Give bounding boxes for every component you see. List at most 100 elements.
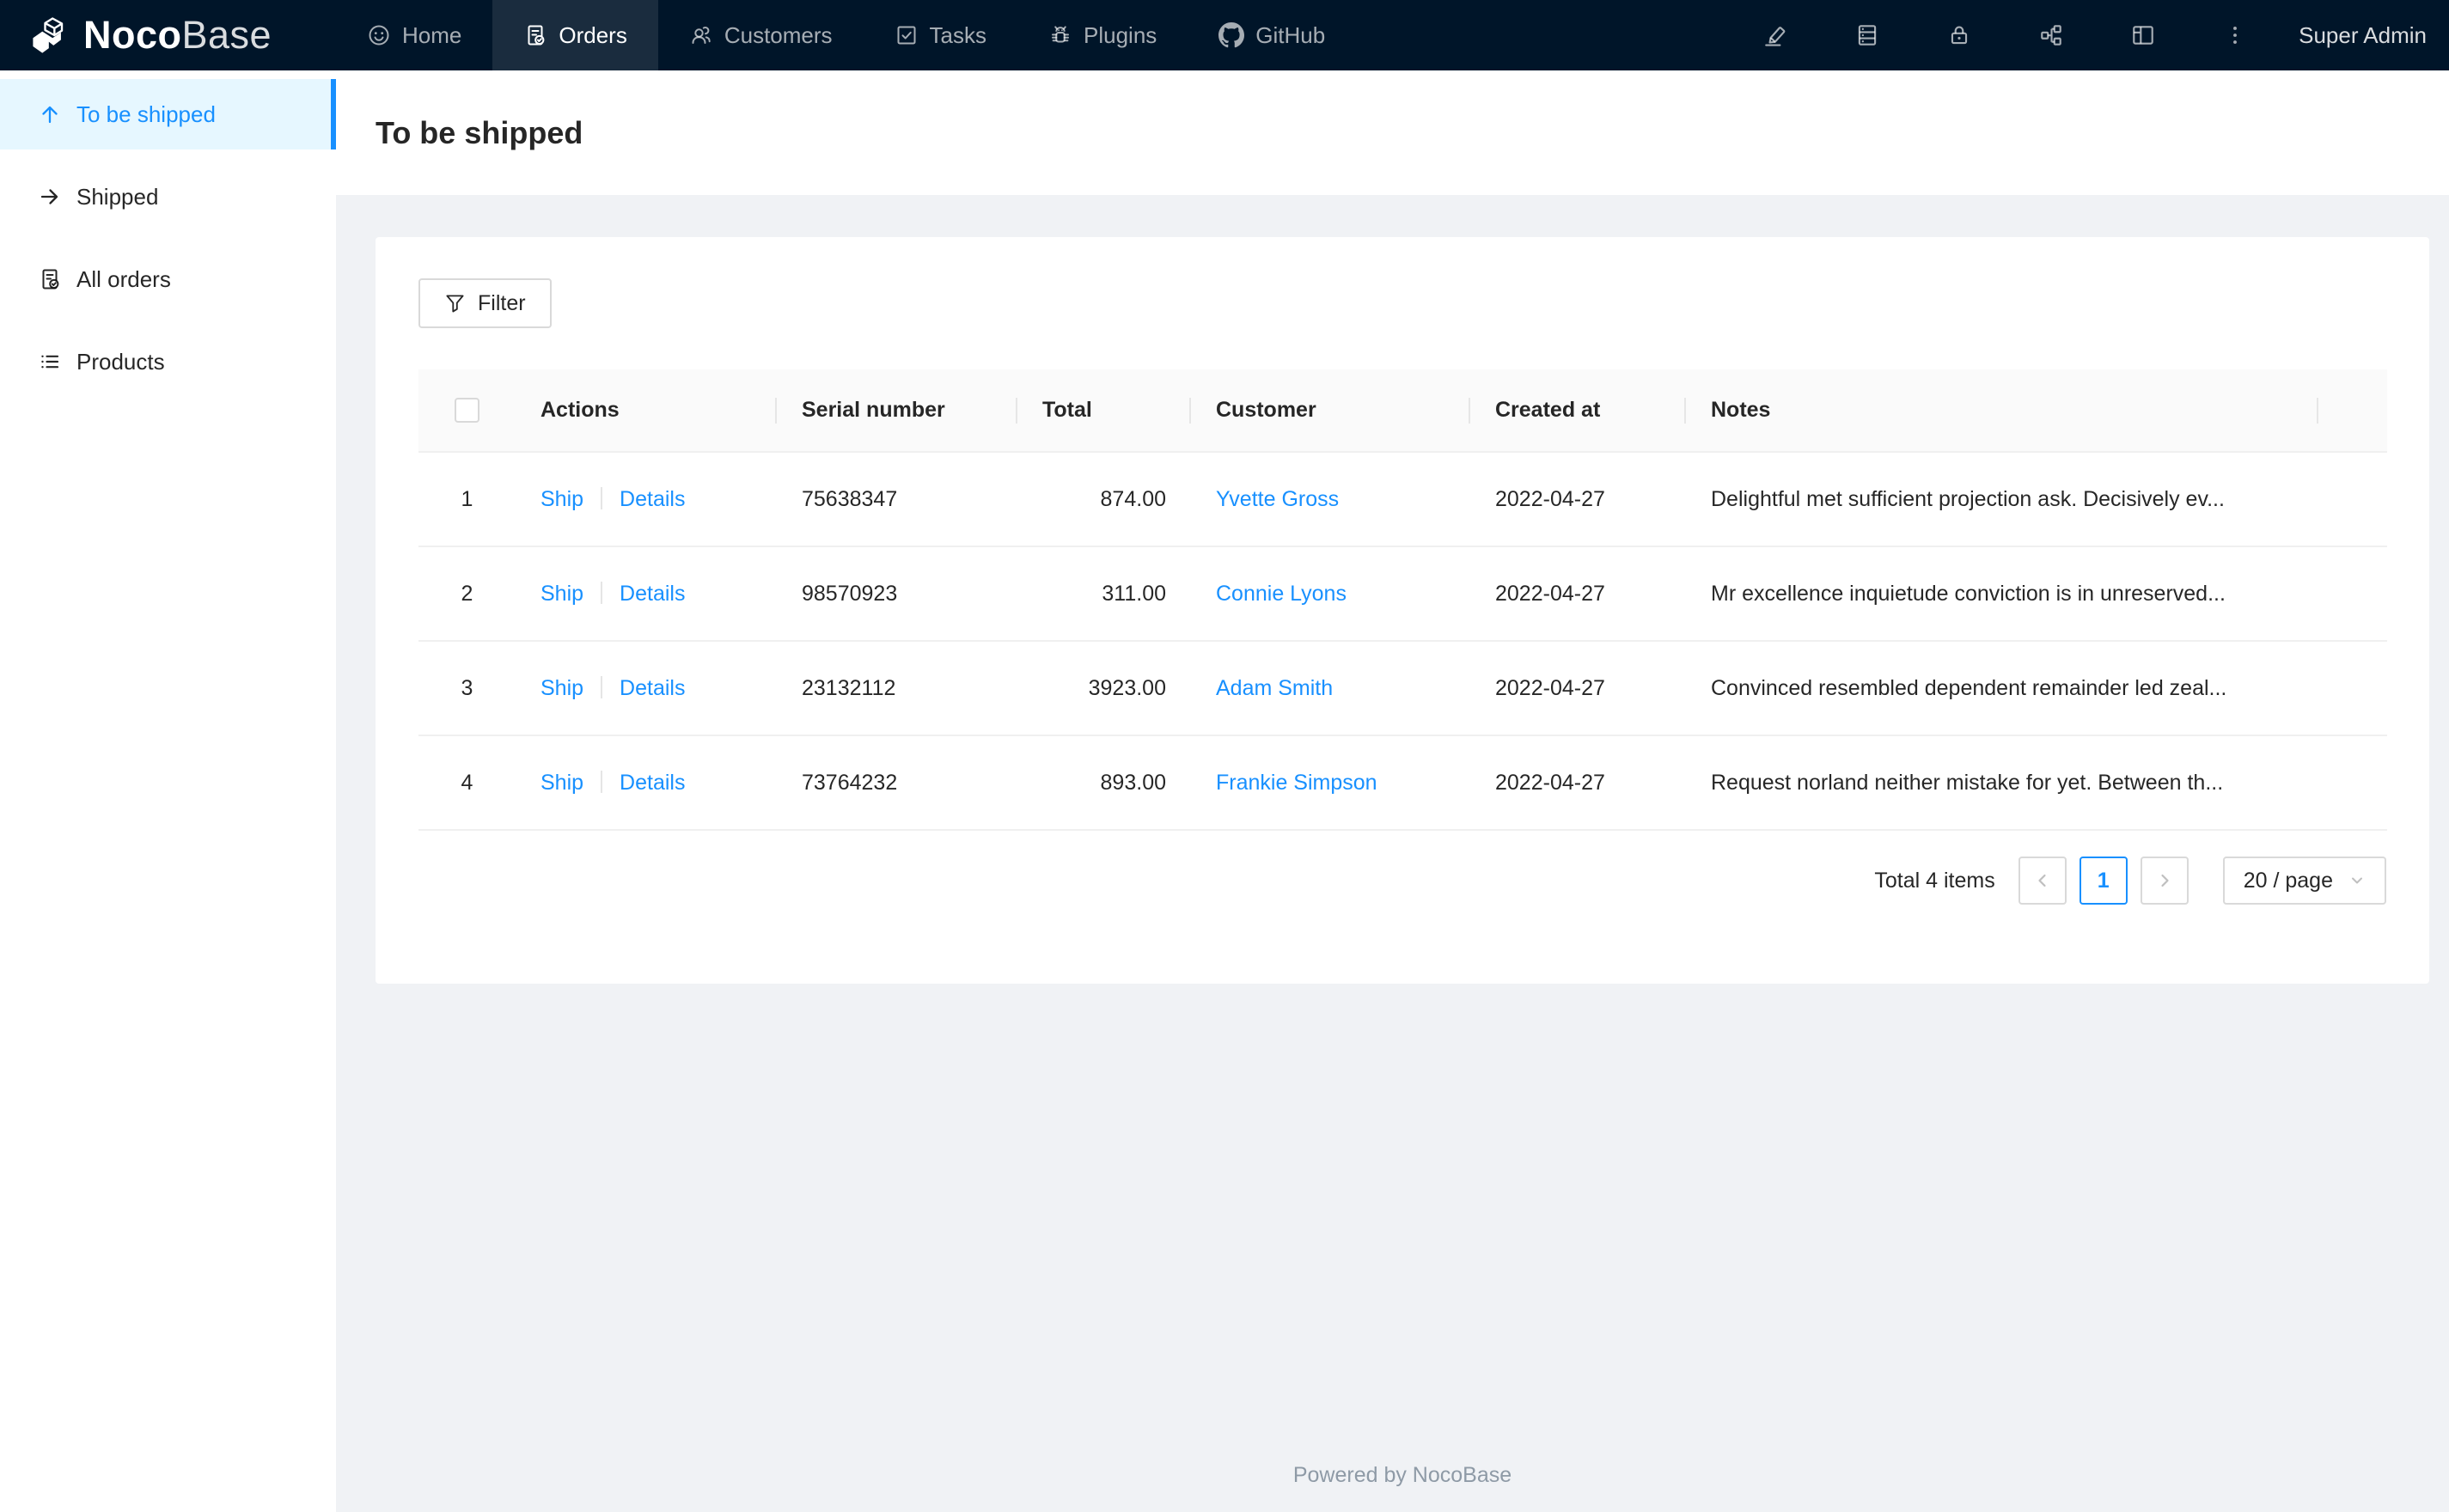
spacer-cell (2318, 452, 2387, 547)
nav-item-plugins[interactable]: Plugins (1017, 0, 1188, 70)
row-index: 1 (418, 452, 516, 547)
pagination-total: Total 4 items (1874, 868, 1995, 893)
column-header-customer: Customer (1191, 369, 1470, 453)
orders-card: Filter Actions Serial number Total Custo… (376, 237, 2429, 984)
nocobase-cube-icon (28, 13, 83, 58)
row-index: 2 (418, 546, 516, 642)
nav-item-label: Orders (559, 21, 627, 48)
file-done-icon (38, 267, 62, 291)
lock-icon[interactable] (1946, 22, 1972, 48)
sidebar: To be shipped Shipped All orders Product… (0, 70, 336, 1512)
sidebar-item-label: All orders (76, 265, 171, 292)
smile-icon (367, 23, 391, 47)
nav-item-label: GitHub (1255, 21, 1326, 48)
pagination-next-button[interactable] (2140, 857, 2189, 905)
row-actions: Ship Details (516, 735, 777, 831)
details-link[interactable]: Details (620, 487, 685, 511)
customer-link[interactable]: Frankie Simpson (1216, 771, 1377, 795)
orders-table: Actions Serial number Total Customer Cre… (418, 369, 2387, 831)
sidebar-item-products[interactable]: Products (0, 326, 336, 397)
filter-icon (444, 293, 466, 314)
chevron-right-icon (2156, 872, 2173, 889)
ship-link[interactable]: Ship (540, 771, 583, 795)
column-header-created: Created at (1470, 369, 1686, 453)
created-at-cell: 2022-04-27 (1470, 546, 1686, 642)
nav-item-home[interactable]: Home (336, 0, 492, 70)
sidebar-item-all-orders[interactable]: All orders (0, 244, 336, 314)
nav-item-label: Tasks (929, 21, 986, 48)
created-at-cell: 2022-04-27 (1470, 452, 1686, 547)
customer-cell: Adam Smith (1191, 641, 1470, 736)
sidebar-item-label: Products (76, 348, 165, 375)
nav-item-github[interactable]: GitHub (1188, 0, 1356, 70)
sidebar-item-label: Shipped (76, 183, 159, 210)
customer-link[interactable]: Connie Lyons (1216, 582, 1347, 606)
notes-cell: Request norland neither mistake for yet.… (1686, 735, 2318, 831)
customer-link[interactable]: Yvette Gross (1216, 487, 1339, 511)
page-header: To be shipped (336, 70, 2449, 195)
sidebar-item-shipped[interactable]: Shipped (0, 162, 336, 232)
arrow-right-icon (38, 185, 62, 209)
total-cell: 874.00 (1017, 452, 1191, 547)
database-icon[interactable] (1854, 22, 1880, 48)
nav-item-customers[interactable]: Customers (658, 0, 864, 70)
filter-button[interactable]: Filter (418, 278, 552, 328)
table-row: 2 Ship Details 98570923 311.00 Connie Lyo… (418, 546, 2387, 642)
nocobase-logo[interactable]: NocoBase (0, 0, 336, 70)
sidebar-item-to-be-shipped[interactable]: To be shipped (0, 79, 336, 149)
bug-icon (1048, 23, 1072, 47)
ship-link[interactable]: Ship (540, 582, 583, 606)
github-icon (1218, 22, 1245, 48)
column-header-total: Total (1017, 369, 1191, 453)
table-body: 1 Ship Details 75638347 874.00 Yvette Gro… (418, 452, 2387, 831)
ship-link[interactable]: Ship (540, 487, 583, 511)
page-size-value: 20 / page (2243, 868, 2333, 893)
logo-text: NocoBase (83, 13, 272, 57)
ship-link[interactable]: Ship (540, 676, 583, 700)
details-link[interactable]: Details (620, 676, 685, 700)
highlight-icon[interactable] (1762, 22, 1788, 48)
serial-number-cell: 98570923 (777, 546, 1017, 642)
file-done-icon (523, 23, 547, 47)
table-row: 3 Ship Details 23132112 3923.00 Adam Smit… (418, 641, 2387, 736)
page-size-select[interactable]: 20 / page (2222, 857, 2386, 905)
nav-item-tasks[interactable]: Tasks (864, 0, 1017, 70)
more-icon[interactable] (2222, 22, 2248, 48)
content-area: Filter Actions Serial number Total Custo… (336, 195, 2449, 1512)
nav-item-orders[interactable]: Orders (492, 0, 658, 70)
select-all-checkbox[interactable] (455, 398, 479, 424)
chevron-left-icon (2034, 872, 2051, 889)
details-link[interactable]: Details (620, 582, 685, 606)
layout-icon[interactable] (2130, 22, 2156, 48)
action-divider (601, 675, 603, 698)
notes-cell: Convinced resembled dependent remainder … (1686, 641, 2318, 736)
page-title: To be shipped (376, 114, 583, 150)
serial-number-cell: 73764232 (777, 735, 1017, 831)
row-index: 4 (418, 735, 516, 831)
action-divider (601, 486, 603, 509)
customer-cell: Connie Lyons (1191, 546, 1470, 642)
column-header-serial: Serial number (777, 369, 1017, 453)
details-link[interactable]: Details (620, 771, 685, 795)
total-cell: 3923.00 (1017, 641, 1191, 736)
pagination-prev-button[interactable] (2018, 857, 2067, 905)
pagination: Total 4 items 1 20 / page (418, 857, 2386, 905)
list-icon (38, 350, 62, 374)
spacer-cell (2318, 735, 2387, 831)
nav-item-label: Customers (724, 21, 833, 48)
arrow-up-icon (38, 102, 62, 126)
row-index: 3 (418, 641, 516, 736)
partition-icon[interactable] (2038, 22, 2064, 48)
row-actions: Ship Details (516, 452, 777, 547)
row-actions: Ship Details (516, 546, 777, 642)
table-row: 4 Ship Details 73764232 893.00 Frankie Si… (418, 735, 2387, 831)
action-divider (601, 770, 603, 793)
column-header-actions: Actions (516, 369, 777, 453)
customer-link[interactable]: Adam Smith (1216, 676, 1333, 700)
user-menu[interactable]: Super Admin (2299, 22, 2427, 49)
table-row: 1 Ship Details 75638347 874.00 Yvette Gro… (418, 452, 2387, 547)
pagination-page-1[interactable]: 1 (2079, 857, 2128, 905)
filter-button-label: Filter (478, 290, 526, 315)
app-layout: To be shipped Shipped All orders Product… (0, 70, 2449, 1512)
